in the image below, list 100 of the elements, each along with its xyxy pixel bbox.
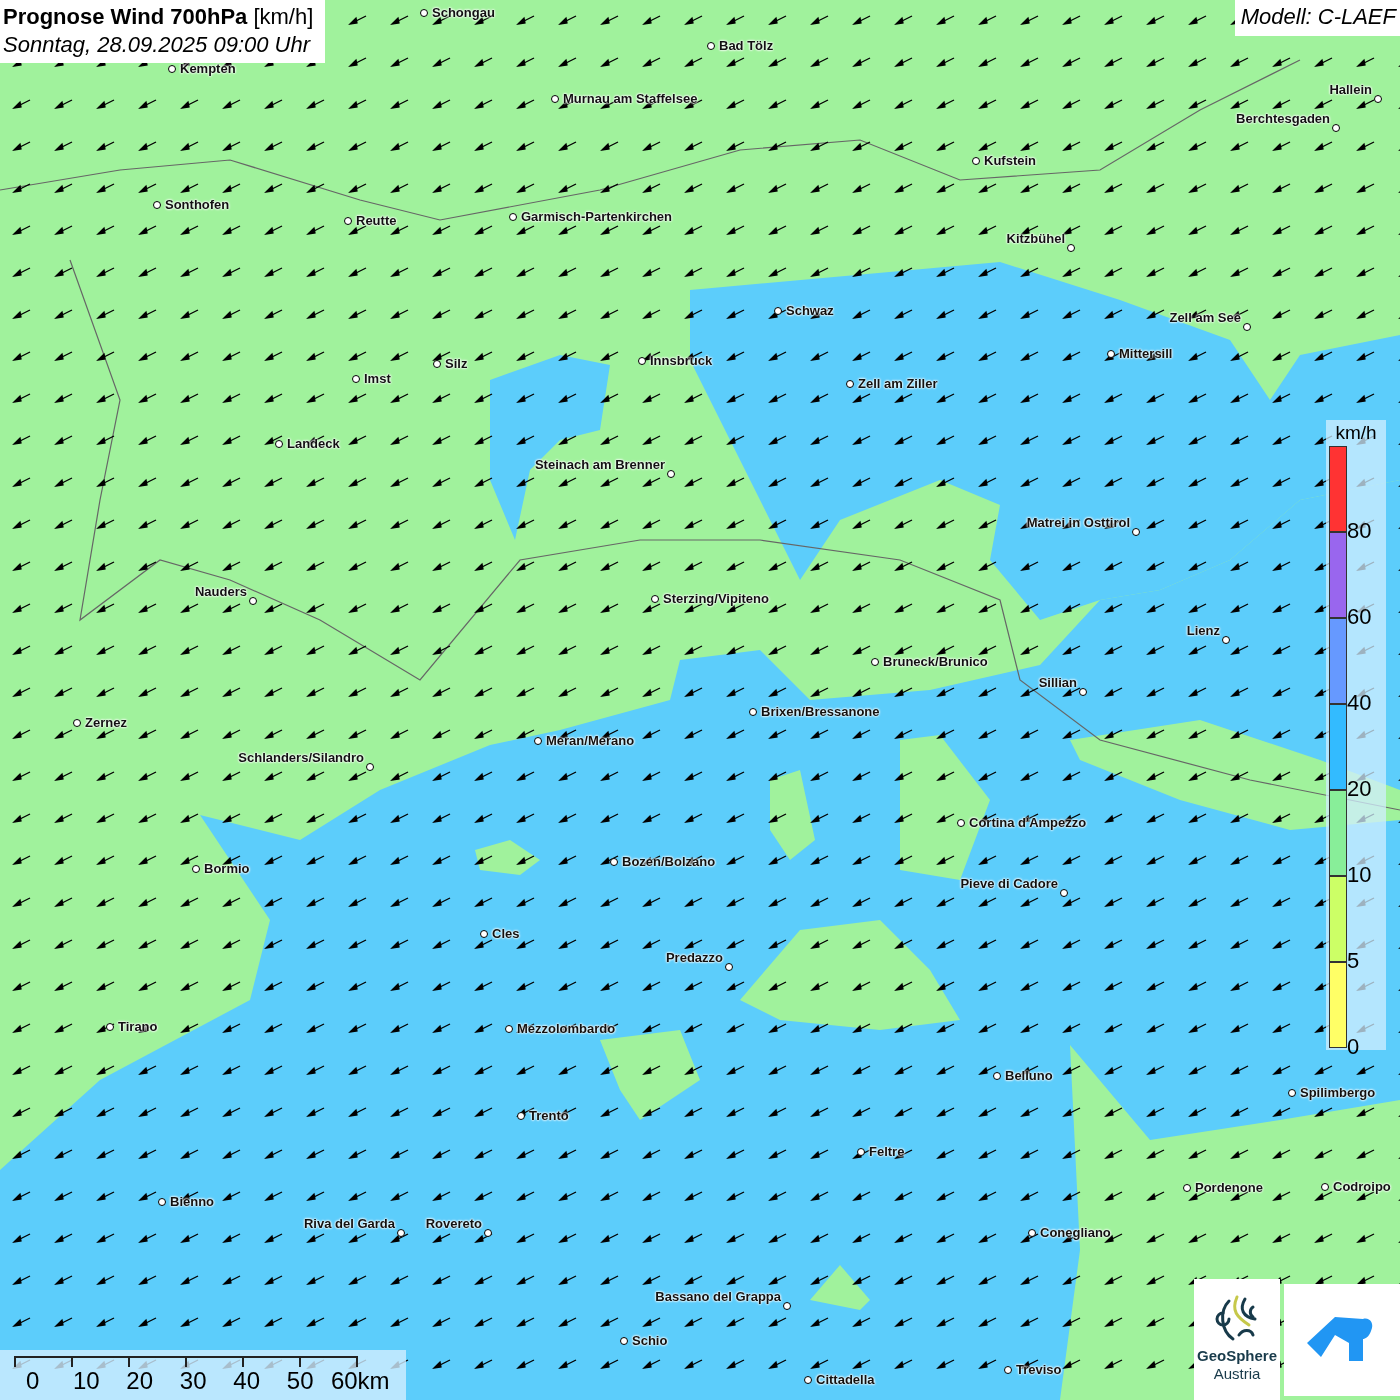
city-marker-icon	[366, 763, 374, 771]
city-marker-icon	[651, 595, 659, 603]
logo-subname: Austria	[1213, 1365, 1261, 1383]
city-marker-icon	[871, 658, 879, 666]
city-label: Innsbruck	[650, 353, 713, 368]
city-label: Bruneck/Brunico	[883, 654, 988, 669]
city-label: Nauders	[194, 584, 247, 599]
city-label: Codroipo	[1333, 1179, 1391, 1194]
city-marker-icon	[1288, 1089, 1296, 1097]
city-marker-icon	[1060, 889, 1068, 897]
city-marker-icon	[1183, 1184, 1191, 1192]
city-label: Schongau	[432, 5, 495, 20]
city-label: Landeck	[287, 436, 340, 451]
scale-label: 0	[25, 1368, 41, 1394]
city-label: Schio	[632, 1333, 668, 1348]
model-label: Modell: C-LAEF	[1234, 0, 1400, 36]
city-marker-icon	[433, 360, 441, 368]
legend-unit: km/h	[1334, 421, 1378, 445]
city-marker-icon	[783, 1302, 791, 1310]
city-marker-icon	[1321, 1183, 1329, 1191]
city-label: Garmisch-Partenkirchen	[521, 209, 672, 224]
city-label: Bozen/Bolzano	[622, 854, 716, 869]
city-label: Schlanders/Silandro	[238, 750, 364, 765]
city-marker-icon	[749, 708, 757, 716]
city-label: Bad Tölz	[719, 38, 774, 53]
city-label: Tirano	[118, 1019, 158, 1034]
city-marker-icon	[707, 42, 715, 50]
city-label: Lienz	[1186, 623, 1220, 638]
city-label: Silz	[445, 356, 468, 371]
city-marker-icon	[397, 1229, 405, 1237]
city-label: Feltre	[869, 1144, 905, 1159]
scale-label: 10	[71, 1368, 101, 1394]
legend-label: 20	[1347, 778, 1372, 800]
city-marker-icon	[957, 819, 965, 827]
city-marker-icon	[804, 1376, 812, 1384]
city-label: Zell am See	[1169, 310, 1241, 325]
scale-label: 20	[125, 1368, 155, 1394]
city-label: Conegliano	[1040, 1225, 1111, 1240]
scale-label: 40	[232, 1368, 262, 1394]
city-label: Predazzo	[665, 950, 723, 965]
legend-label: 60	[1347, 606, 1372, 628]
city-label: Riva del Garda	[303, 1216, 395, 1231]
city-marker-icon	[774, 307, 782, 315]
legend-label: 0	[1347, 1036, 1360, 1058]
city-marker-icon	[275, 440, 283, 448]
city-label: Kufstein	[984, 153, 1036, 168]
city-marker-icon	[638, 357, 646, 365]
city-label: Sterzing/Vipiteno	[663, 591, 769, 606]
city-marker-icon	[480, 930, 488, 938]
city-marker-icon	[168, 65, 176, 73]
forecast-time: Sonntag, 28.09.2025 09:00 Uhr	[3, 31, 312, 59]
legend-label: 40	[1347, 692, 1372, 714]
city-label: Brixen/Bressanone	[761, 704, 880, 719]
city-marker-icon	[192, 865, 200, 873]
city-marker-icon	[158, 1198, 166, 1206]
city-label: Imst	[364, 371, 391, 386]
city-label: Kempten	[180, 61, 236, 76]
logo-name: GeoSphere	[1197, 1347, 1277, 1365]
city-label: Mittersill	[1119, 346, 1173, 361]
city-label: Pieve di Cadore	[960, 876, 1058, 891]
city-marker-icon	[153, 201, 161, 209]
legend-label: 5	[1347, 950, 1360, 972]
city-marker-icon	[1374, 95, 1382, 103]
city-marker-icon	[857, 1148, 865, 1156]
city-label: Kitzbühel	[1006, 231, 1065, 246]
city-marker-icon	[249, 597, 257, 605]
city-marker-icon	[1222, 636, 1230, 644]
city-marker-icon	[1067, 244, 1075, 252]
city-marker-icon	[106, 1023, 114, 1031]
city-marker-icon	[1243, 323, 1251, 331]
city-marker-icon	[846, 380, 854, 388]
city-marker-icon	[610, 858, 618, 866]
city-marker-icon	[1079, 688, 1087, 696]
city-label: Zernez	[85, 715, 127, 730]
scale-label: 60km	[330, 1368, 391, 1394]
city-label: Trento	[529, 1108, 569, 1123]
city-label: Zell am Ziller	[858, 376, 938, 391]
city-label: Cittadella	[816, 1372, 875, 1387]
city-marker-icon	[344, 217, 352, 225]
city-label: Sonthofen	[165, 197, 230, 212]
city-marker-icon	[484, 1229, 492, 1237]
city-label: Bienno	[170, 1194, 215, 1209]
city-marker-icon	[1028, 1229, 1036, 1237]
city-label: Steinach am Brenner	[534, 457, 665, 472]
city-label: Rovereto	[425, 1216, 482, 1231]
city-label: Meran/Merano	[546, 733, 635, 748]
city-label: Berchtesgaden	[1236, 111, 1330, 126]
city-marker-icon	[534, 737, 542, 745]
city-marker-icon	[352, 375, 360, 383]
city-label: Reutte	[356, 213, 397, 228]
city-label: Cortina d'Ampezzo	[969, 815, 1087, 830]
legend-label: 80	[1347, 520, 1372, 542]
city-label: Belluno	[1005, 1068, 1053, 1083]
city-marker-icon	[725, 963, 733, 971]
city-label: Hallein	[1329, 82, 1372, 97]
city-marker-icon	[1004, 1366, 1012, 1374]
city-marker-icon	[1332, 124, 1340, 132]
city-label: Treviso	[1016, 1362, 1062, 1377]
map-title: Prognose Wind 700hPa [km/h]	[3, 3, 314, 31]
city-marker-icon	[517, 1112, 525, 1120]
